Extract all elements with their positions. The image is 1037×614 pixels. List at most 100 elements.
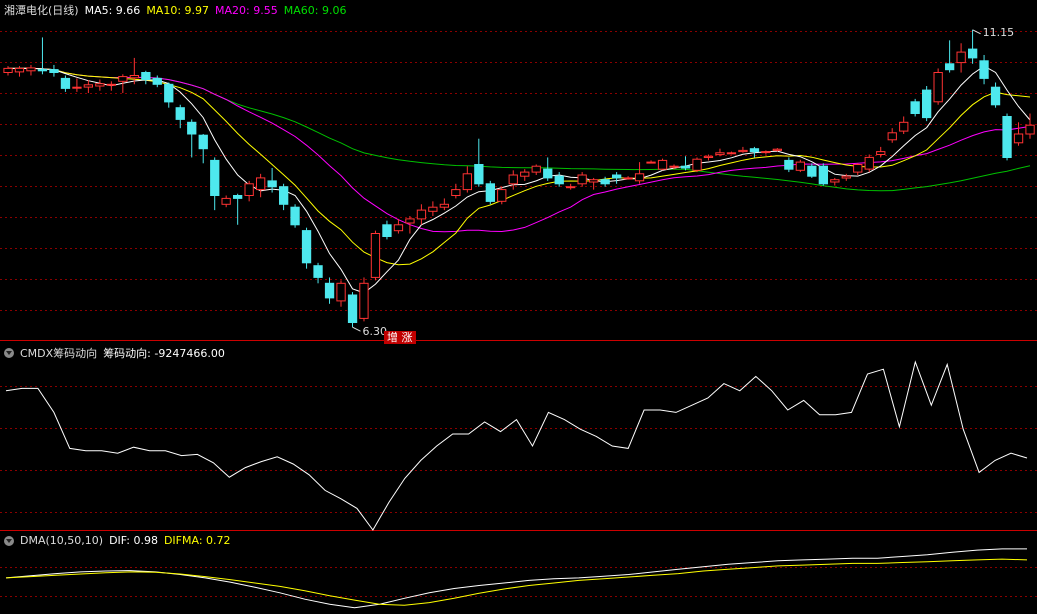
candle-body: [864, 156, 874, 170]
dif-line: [5, 548, 1027, 609]
candle-body: [290, 206, 300, 226]
candle-body: [589, 179, 599, 183]
candle-body: [474, 164, 484, 185]
candle-body: [279, 186, 289, 205]
candle-body: [577, 174, 587, 185]
candle-body: [72, 86, 82, 89]
candle-body: [451, 189, 461, 197]
candle-body: [680, 165, 691, 169]
candle-body: [313, 265, 323, 278]
badge: 增 涨: [384, 331, 416, 344]
candle-body: [726, 152, 737, 155]
candle-body: [1013, 133, 1024, 144]
candle-body: [818, 165, 829, 185]
high-marker: [972, 29, 981, 35]
candle-body: [738, 149, 748, 153]
candle-body: [336, 282, 346, 302]
cmdx-header: CMDX筹码动向 筹码动向: -9247466.00: [4, 345, 225, 361]
candle-body: [876, 151, 886, 156]
candle-body: [634, 173, 645, 182]
candle-body: [657, 159, 668, 170]
candle-body: [715, 152, 725, 156]
ma10-line: [8, 67, 1031, 266]
candle-body: [968, 48, 978, 59]
candle-body: [772, 148, 783, 151]
panel-menu-icon[interactable]: [4, 535, 14, 546]
candle-body: [1025, 124, 1035, 135]
candle-body: [382, 224, 392, 238]
candle-body: [359, 282, 369, 319]
candle-body: [118, 76, 128, 82]
candle-body: [1002, 116, 1012, 158]
candle-body: [106, 83, 116, 86]
candle-body: [485, 183, 496, 202]
candle-body: [692, 158, 702, 171]
candle-body: [956, 51, 966, 64]
candle-body: [990, 86, 1001, 106]
ma60-label: MA60: 9.06: [283, 3, 347, 17]
candle-body: [439, 203, 450, 208]
candle-body: [554, 175, 564, 185]
candle-body: [761, 151, 771, 154]
ma60-line: [8, 67, 1031, 192]
title: 湘潭电化(日线): [4, 4, 79, 17]
cmdx-name: CMDX筹码动向: [20, 347, 98, 360]
candle-body: [49, 69, 59, 73]
ma5-line: [8, 65, 1031, 294]
candle-body: [347, 294, 358, 323]
candle-body: [508, 174, 518, 185]
candle-body: [945, 63, 955, 71]
cmdx-value: 筹码动向: -9247466.00: [103, 347, 225, 360]
main-header: 湘潭电化(日线) MA5: 9.66 MA10: 9.97 MA20: 9.55…: [4, 2, 346, 18]
candle-body: [933, 72, 943, 103]
candle-body: [462, 173, 473, 191]
low-marker: [352, 326, 361, 332]
candle-body: [807, 165, 817, 177]
ma20-label: MA20: 9.55: [215, 3, 278, 17]
candle-body: [393, 224, 404, 232]
candle-body: [795, 161, 806, 171]
candle-body: [887, 132, 897, 141]
ma10-label: MA10: 9.97: [146, 3, 210, 17]
candle-body: [210, 159, 220, 196]
candle-body: [301, 230, 312, 264]
candle-body: [152, 77, 162, 85]
ma5-label: MA5: 9.66: [84, 3, 141, 17]
candle-body: [841, 175, 851, 179]
candle-body: [405, 218, 415, 224]
candle-body: [14, 67, 25, 73]
candle-body: [198, 134, 208, 150]
candle-body: [416, 209, 427, 220]
candle-body: [703, 155, 714, 159]
candle-body: [899, 121, 909, 132]
candle-body: [566, 186, 576, 189]
candle-body: [37, 69, 48, 72]
candle-body: [129, 75, 139, 79]
panel-menu-icon[interactable]: [4, 348, 14, 358]
candle-body: [669, 165, 679, 168]
candle-body: [910, 101, 920, 115]
candle-body: [141, 72, 151, 80]
candle-body: [600, 179, 610, 185]
candle-body: [830, 179, 840, 183]
candle-body: [3, 67, 13, 74]
candle-body: [83, 84, 93, 88]
candle-body: [187, 121, 197, 135]
candle-body: [520, 171, 530, 177]
high-price-label: 11.15: [982, 25, 1015, 39]
candle-body: [324, 282, 335, 299]
candle-body: [853, 164, 863, 173]
candle-body: [531, 165, 541, 173]
candle-body: [612, 174, 622, 179]
candle-body: [95, 83, 105, 87]
cmdx-line: [5, 360, 1028, 531]
candle-body: [233, 195, 243, 199]
candle-body: [175, 107, 185, 120]
candle-body: [497, 189, 507, 202]
candle-body: [623, 177, 633, 180]
candle-body: [370, 233, 381, 278]
ma20-line: [8, 67, 1031, 233]
candle-body: [922, 89, 932, 119]
candle-body: [26, 67, 36, 72]
candle-body: [164, 83, 174, 103]
